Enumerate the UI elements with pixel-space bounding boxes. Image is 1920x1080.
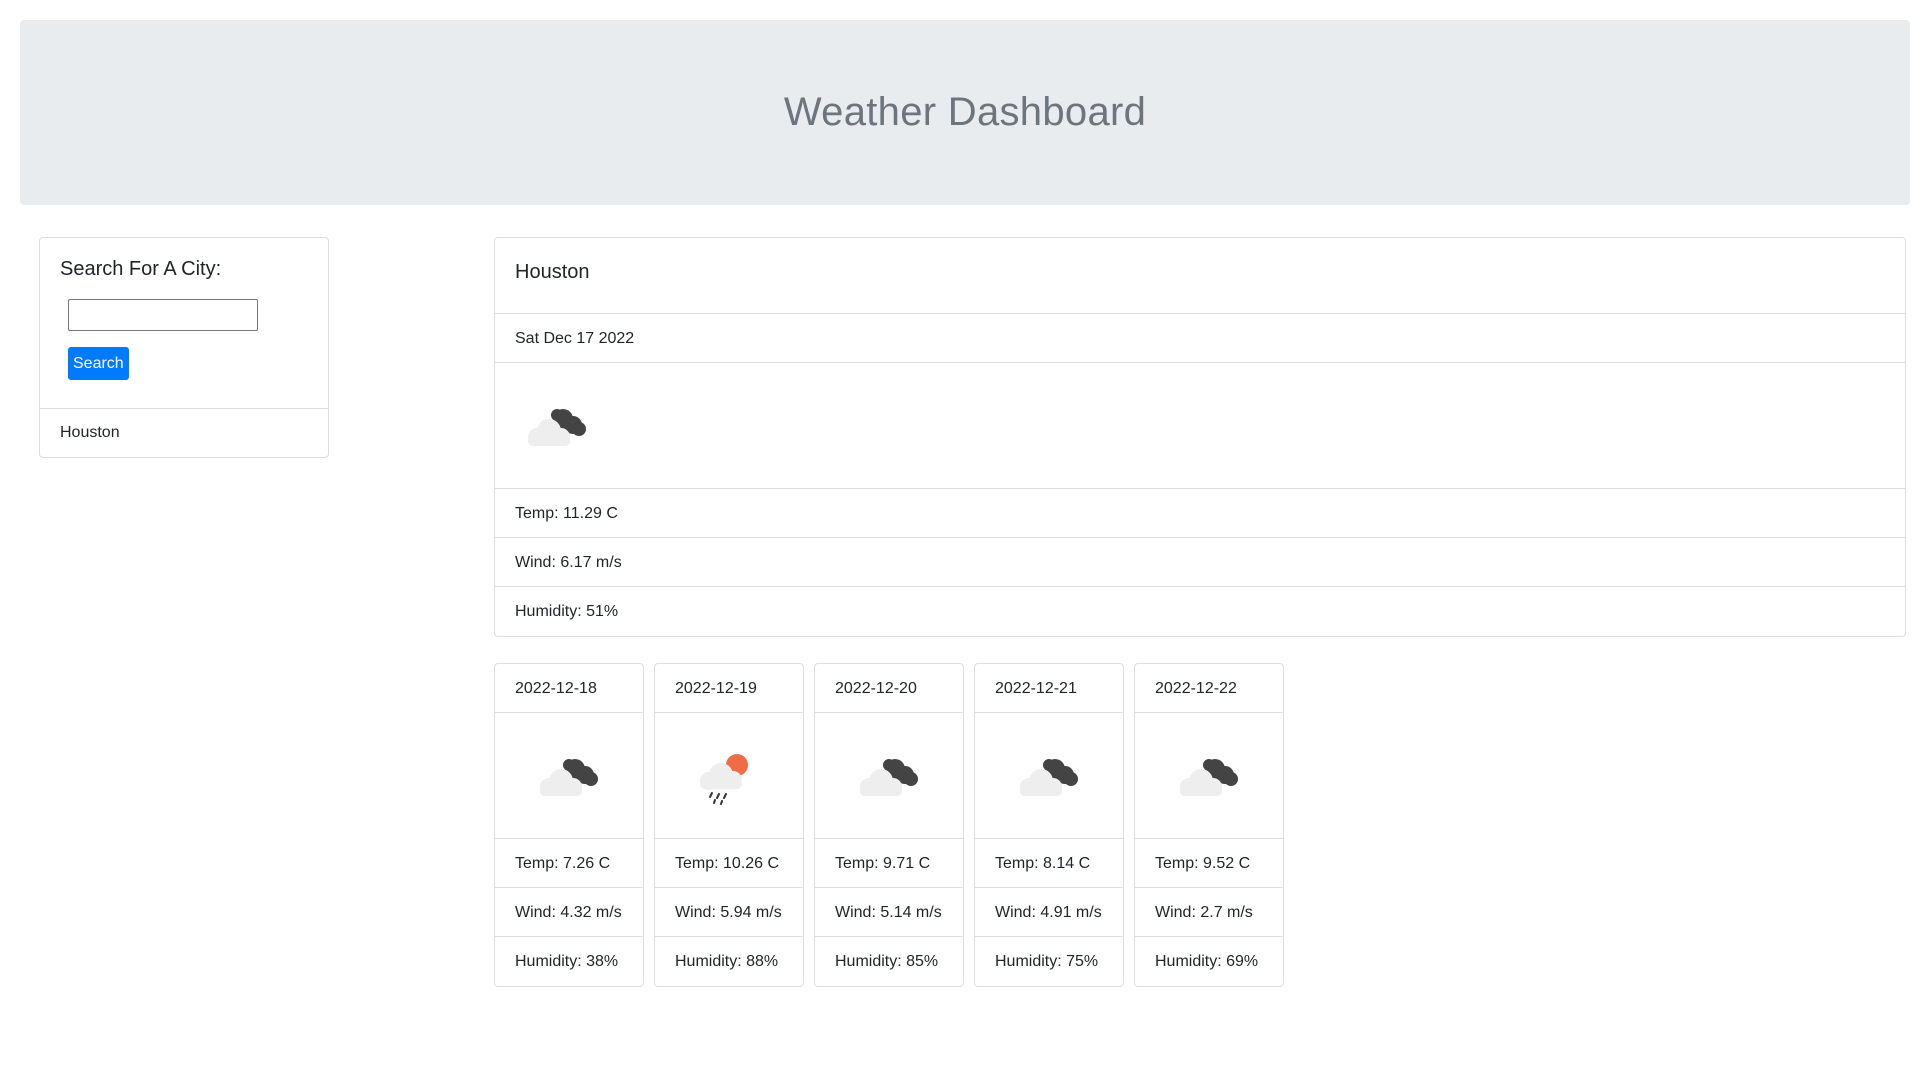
forecast-date: 2022-12-19 — [655, 664, 803, 713]
search-button[interactable]: Search — [68, 347, 129, 380]
current-weather-card: Houston Sat Dec 17 2022 Temp: 11.29 C Wi… — [494, 237, 1906, 637]
forecast-humidity: Humidity: 69% — [1155, 953, 1259, 970]
forecast-humidity: Humidity: 38% — [515, 953, 619, 970]
forecast-wind: Wind: 4.32 m/s — [495, 888, 643, 937]
forecast-humidity: Humidity: 88% — [675, 953, 779, 970]
forecast-humidity: Humidity: 75% — [995, 953, 1099, 970]
forecast-card: 2022-12-20 Temp: 9.71 C Wind: 5.14 m/s H… — [814, 663, 964, 987]
current-icon-row — [495, 363, 1905, 489]
current-date: Sat Dec 17 2022 — [495, 314, 1905, 363]
forecast-humidity: Humidity: 85% — [835, 953, 939, 970]
forecast-date: 2022-12-18 — [495, 664, 643, 713]
history-item-houston[interactable]: Houston — [40, 409, 328, 457]
city-search-panel: Search For A City: Search Houston — [39, 237, 329, 458]
forecast-temp: Temp: 8.14 C — [975, 839, 1123, 888]
current-humidity: Humidity: 51% — [515, 603, 619, 620]
forecast-icon-row — [495, 713, 643, 839]
search-form: Search For A City: Search — [40, 238, 328, 409]
forecast-icon-row — [975, 713, 1123, 839]
search-title: Search For A City: — [60, 258, 222, 280]
forecast-card: 2022-12-18 Temp: 7.26 C Wind: 4.32 m/s H… — [494, 663, 644, 987]
cloudy-night-icon — [540, 759, 598, 796]
current-wind: Wind: 6.17 m/s — [495, 538, 1905, 587]
forecast-temp: Temp: 9.52 C — [1135, 839, 1283, 888]
forecast-date: 2022-12-20 — [815, 664, 963, 713]
forecast-date: 2022-12-22 — [1135, 664, 1283, 713]
forecast-wind: Wind: 5.14 m/s — [815, 888, 963, 937]
header-banner: Weather Dashboard — [20, 20, 1910, 205]
current-city-name: Houston — [495, 238, 1905, 314]
rain-sun-icon — [699, 753, 749, 805]
forecast-icon-row — [655, 713, 803, 839]
forecast-temp: Temp: 10.26 C — [655, 839, 803, 888]
page-title: Weather Dashboard — [783, 90, 1147, 134]
forecast-card: 2022-12-21 Temp: 8.14 C Wind: 4.91 m/s H… — [974, 663, 1124, 987]
cloudy-night-icon — [1180, 759, 1238, 796]
forecast-icon-row — [815, 713, 963, 839]
city-search-input[interactable] — [68, 299, 258, 331]
forecast-icon-row — [1135, 713, 1283, 839]
forecast-wind: Wind: 2.7 m/s — [1135, 888, 1283, 937]
cloudy-night-icon — [1020, 759, 1078, 796]
forecast-wind: Wind: 4.91 m/s — [975, 888, 1123, 937]
cloudy-night-icon — [860, 759, 918, 796]
forecast-date: 2022-12-21 — [975, 664, 1123, 713]
current-temp: Temp: 11.29 C — [495, 489, 1905, 538]
forecast-temp: Temp: 7.26 C — [495, 839, 643, 888]
forecast-card: 2022-12-22 Temp: 9.52 C Wind: 2.7 m/s Hu… — [1134, 663, 1284, 987]
cloudy-night-icon — [528, 409, 586, 446]
five-day-forecast: 2022-12-18 Temp: 7.26 C Wind: 4.32 m/s H… — [494, 663, 1284, 987]
forecast-temp: Temp: 9.71 C — [815, 839, 963, 888]
forecast-wind: Wind: 5.94 m/s — [655, 888, 803, 937]
forecast-card: 2022-12-19 Temp: 10.26 C Wind: 5.94 m/s … — [654, 663, 804, 987]
